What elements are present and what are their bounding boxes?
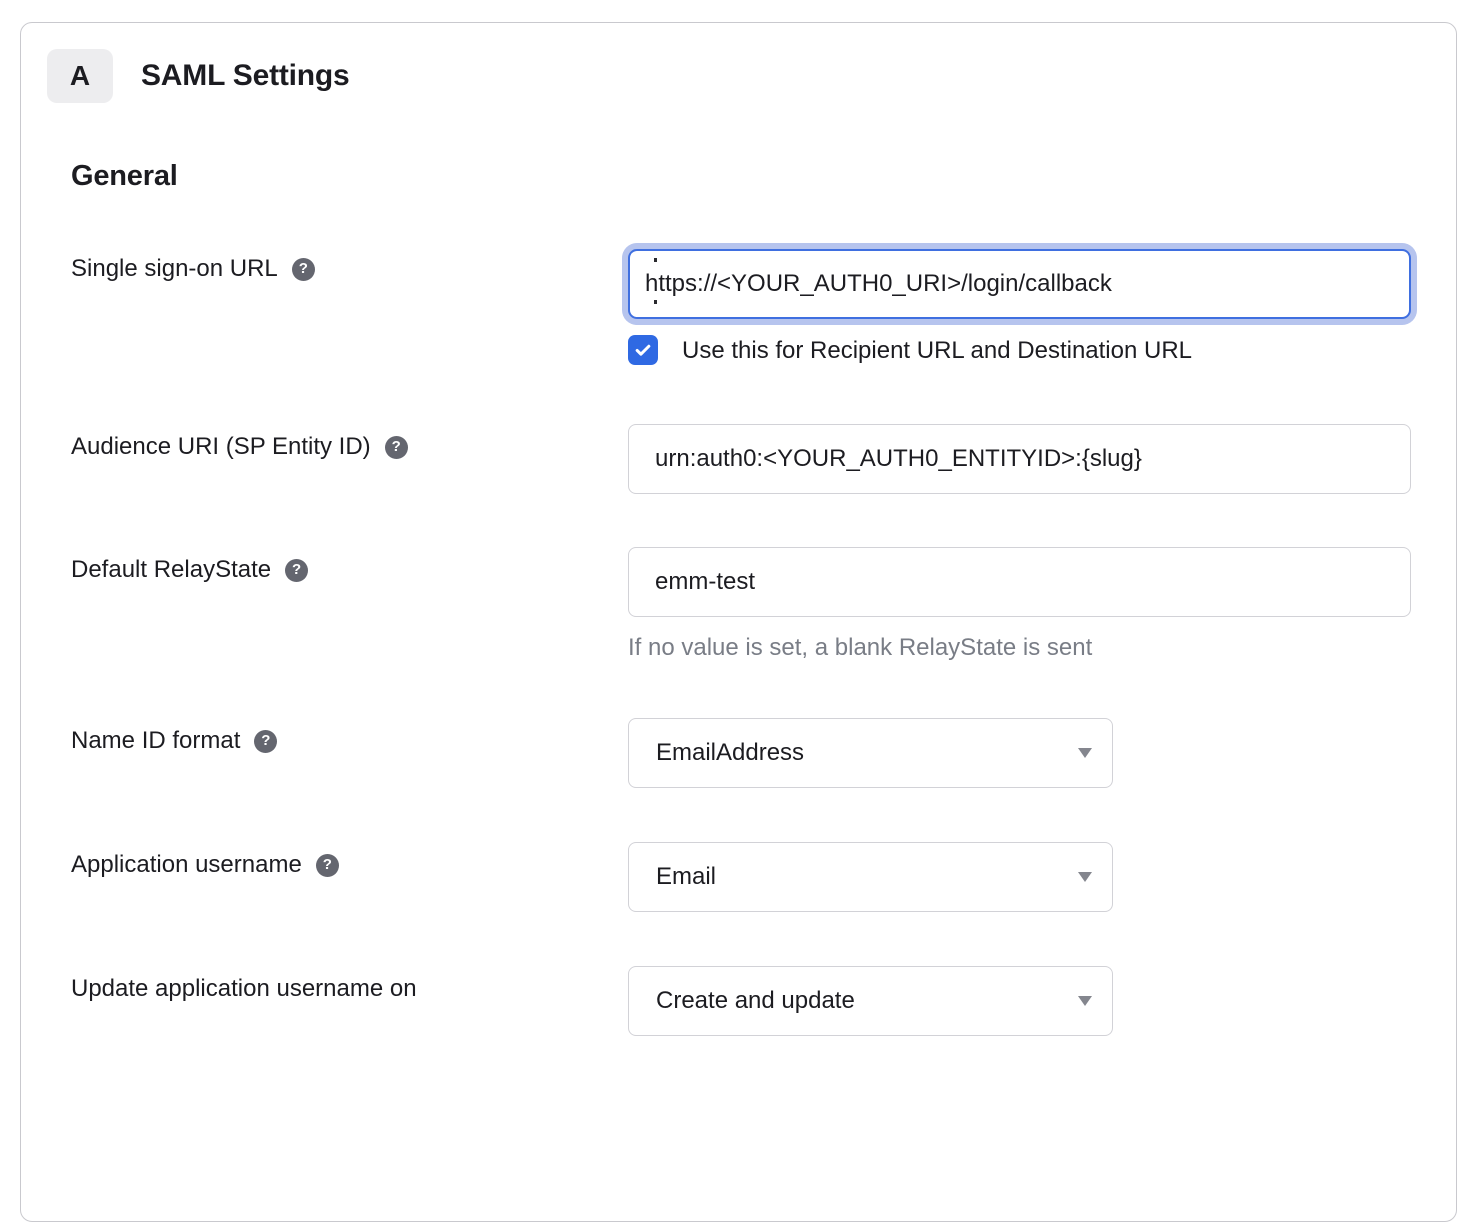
saml-settings-card: A SAML Settings General Single sign-on U… <box>20 22 1457 1222</box>
text-cursor-icon <box>654 258 657 304</box>
help-icon-glyph: ? <box>392 432 401 462</box>
field-label-group: Default RelayState ? <box>71 547 628 585</box>
field-row-single-sign-on-url: Single sign-on URL ? Use this for Recipi… <box>71 249 1456 366</box>
section-badge-letter: A <box>70 60 90 92</box>
help-icon-glyph: ? <box>261 726 270 756</box>
section-title: SAML Settings <box>141 59 350 93</box>
checkmark-icon <box>633 340 653 360</box>
field-row-audience-uri: Audience URI (SP Entity ID) ? <box>71 424 1456 494</box>
field-label-group: Update application username on <box>71 966 628 1004</box>
default-relaystate-label: Default RelayState <box>71 555 271 585</box>
application-username-selected-value: Email <box>656 863 716 891</box>
default-relaystate-hint: If no value is set, a blank RelayState i… <box>628 633 1411 663</box>
field-control-group: If no value is set, a blank RelayState i… <box>628 547 1411 663</box>
update-application-username-on-select[interactable]: Create and update <box>628 966 1113 1036</box>
name-id-format-selected-value: EmailAddress <box>656 739 804 767</box>
single-sign-on-url-label: Single sign-on URL <box>71 254 278 284</box>
application-username-label: Application username <box>71 850 302 880</box>
section-badge: A <box>47 49 113 103</box>
recipient-url-checkbox[interactable] <box>628 335 658 365</box>
field-label-group: Audience URI (SP Entity ID) ? <box>71 424 628 462</box>
field-control-group <box>628 424 1411 494</box>
single-sign-on-url-input-wrap <box>628 249 1411 319</box>
default-relaystate-input[interactable] <box>628 547 1411 617</box>
field-row-default-relaystate: Default RelayState ? If no value is set,… <box>71 547 1456 663</box>
field-row-application-username: Application username ? Email <box>71 842 1456 912</box>
field-row-name-id-format: Name ID format ? EmailAddress <box>71 718 1456 788</box>
name-id-format-label: Name ID format <box>71 726 240 756</box>
field-label-group: Name ID format ? <box>71 718 628 756</box>
audience-uri-input[interactable] <box>628 424 1411 494</box>
field-label-group: Single sign-on URL ? <box>71 249 628 284</box>
field-control-group: Email <box>628 842 1113 912</box>
name-id-format-select[interactable]: EmailAddress <box>628 718 1113 788</box>
help-icon[interactable]: ? <box>254 730 277 753</box>
help-icon[interactable]: ? <box>385 436 408 459</box>
card-header: A SAML Settings <box>47 49 1456 103</box>
recipient-url-checkbox-label[interactable]: Use this for Recipient URL and Destinati… <box>682 335 1192 366</box>
chevron-down-icon <box>1078 996 1092 1006</box>
help-icon-glyph: ? <box>292 555 301 585</box>
help-icon-glyph: ? <box>323 850 332 880</box>
recipient-url-checkbox-row: Use this for Recipient URL and Destinati… <box>628 335 1411 366</box>
field-control-group: Use this for Recipient URL and Destinati… <box>628 249 1411 366</box>
update-application-username-on-label: Update application username on <box>71 974 417 1004</box>
group-title: General <box>71 159 1456 193</box>
field-control-group: Create and update <box>628 966 1113 1036</box>
help-icon[interactable]: ? <box>316 854 339 877</box>
update-application-username-on-selected-value: Create and update <box>656 987 855 1015</box>
application-username-select[interactable]: Email <box>628 842 1113 912</box>
help-icon-glyph: ? <box>299 254 308 284</box>
chevron-down-icon <box>1078 748 1092 758</box>
field-row-update-application-username-on: Update application username on Create an… <box>71 966 1456 1036</box>
chevron-down-icon <box>1078 872 1092 882</box>
audience-uri-label: Audience URI (SP Entity ID) <box>71 432 371 462</box>
help-icon[interactable]: ? <box>292 258 315 281</box>
field-control-group: EmailAddress <box>628 718 1113 788</box>
single-sign-on-url-input[interactable] <box>628 249 1411 319</box>
help-icon[interactable]: ? <box>285 559 308 582</box>
field-label-group: Application username ? <box>71 842 628 880</box>
